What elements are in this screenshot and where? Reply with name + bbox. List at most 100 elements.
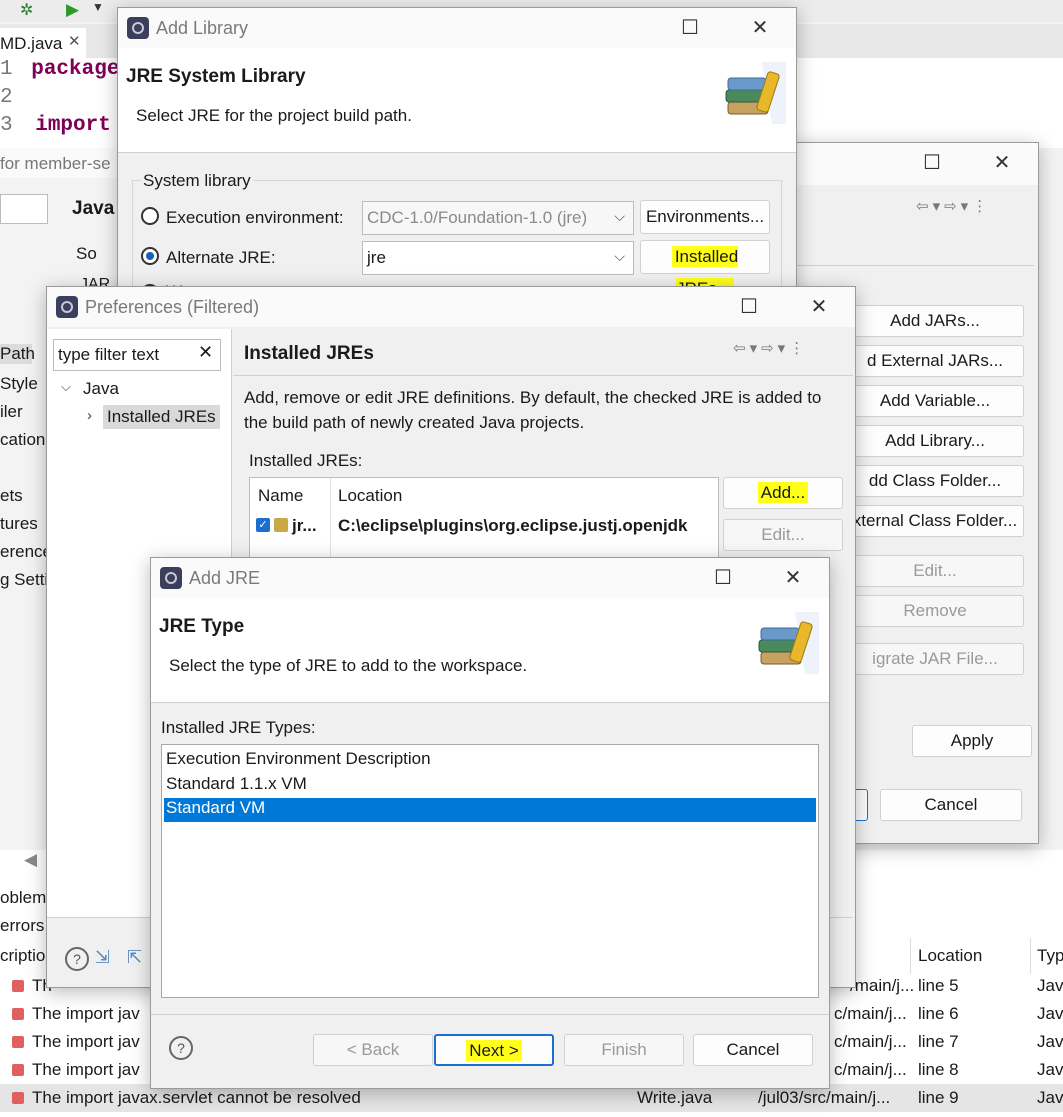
installed-jres-table[interactable]: Name Location ✓ jr... C:\eclipse\plugins… [249,477,719,559]
add-variable-button[interactable]: Add Variable... [846,385,1024,417]
apply-button[interactable]: Apply [912,725,1032,757]
tree-item[interactable]: Style [0,374,38,394]
tree-item-build-path[interactable]: Path [0,344,35,364]
alternate-jre-radio[interactable] [141,247,159,265]
description-header-fragment[interactable]: criptio [0,946,45,966]
add-jre-dialog: Add JRE ☐ ✕ JRE Type Select the type of … [150,557,830,1089]
tree-item[interactable]: erence [0,542,52,562]
installed-jres-label: Installed JREs: [249,451,363,470]
editor-tab[interactable]: MD.java ✕ [0,28,86,58]
tree-item[interactable]: cation [0,430,45,450]
type-column-header[interactable]: Typ [1037,946,1063,966]
close-icon[interactable]: ✕ [801,293,837,321]
close-icon[interactable]: ✕ [775,564,811,592]
name-column-header[interactable]: Name [258,486,303,506]
installed-jres-button[interactable]: Installed JREs... [640,240,770,299]
add-class-folder-button[interactable]: dd Class Folder... [846,465,1024,497]
list-item-selected[interactable]: Standard VM [164,798,816,822]
filter-input-value: type filter text [58,345,160,364]
add-library-dialog: Add Library ☐ ✕ JRE System Library Selec… [117,7,797,302]
maximize-icon[interactable]: ☐ [914,149,950,177]
checkbox-checked-icon[interactable]: ✓ [256,518,270,532]
clear-icon[interactable]: ✕ [198,342,213,363]
add-button[interactable]: Add... [723,477,843,509]
tree-item[interactable]: ets [0,486,23,506]
row-description: The import jav [32,1060,140,1079]
tree-item[interactable]: g Setti [0,570,48,590]
alternate-jre-select[interactable]: jre ⌵ [362,241,634,275]
location-column-header[interactable]: Location [338,486,402,506]
row-type: Java [1037,1004,1063,1023]
java-build-path-label: Java [72,198,115,219]
tree-item[interactable]: iler [0,402,23,422]
group-label: System library [141,171,253,191]
cancel-button[interactable]: Cancel [880,789,1022,821]
divider [790,265,1034,266]
chevron-right-icon[interactable]: › [87,407,92,424]
execution-environment-label: Execution environment: [166,208,344,227]
properties-search-box[interactable] [0,194,48,224]
back-button[interactable]: < Back [313,1034,433,1066]
cancel-button[interactable]: Cancel [693,1034,813,1066]
error-icon [12,980,24,992]
add-external-class-folder-button[interactable]: xternal Class Folder... [846,505,1024,537]
tree-item[interactable]: tures [0,514,38,534]
chevron-down-icon: ⌵ [614,248,625,264]
edit-button[interactable]: Edit... [846,555,1024,587]
debug-icon[interactable]: ✲ [20,0,33,20]
tree-item-installed-jres[interactable]: Installed JREs [103,405,220,429]
alternate-jre-label: Alternate JRE: [166,248,276,267]
remove-button[interactable]: Remove [846,595,1024,627]
line-number: 2 [0,86,13,109]
migrate-jar-button[interactable]: igrate JAR File... [846,643,1024,675]
finish-button[interactable]: Finish [564,1034,684,1066]
problems-tab-fragment[interactable]: oblem [0,888,46,908]
properties-title-fragment: for member-se [0,154,111,173]
nav-arrows-icon[interactable]: ⇦▾⇨▾⋮ [916,197,991,215]
scroll-left-icon[interactable]: ◀ [24,850,37,870]
maximize-icon[interactable]: ☐ [731,293,767,321]
maximize-icon[interactable]: ☐ [705,564,741,592]
chevron-down-icon[interactable]: ⌵ [61,379,71,395]
export-icon[interactable]: ⇱ [127,947,142,968]
row-path: c/main/j... [834,1060,907,1079]
add-jars-button[interactable]: Add JARs... [846,305,1024,337]
source-tab-fragment[interactable]: So [76,244,97,264]
location-column-header[interactable]: Location [918,946,982,966]
filter-input[interactable]: type filter text ✕ [53,339,221,371]
tree-item-java[interactable]: Java [83,379,119,399]
help-icon[interactable]: ? [65,947,89,971]
help-icon[interactable]: ? [169,1036,193,1060]
preferences-titlebar: Preferences (Filtered) ☐ ✕ [47,287,855,327]
execution-environment-radio[interactable] [141,207,159,225]
eclipse-app-icon [160,567,182,589]
list-item[interactable]: Standard 1.1.x VM [164,774,818,798]
next-button[interactable]: Next > [434,1034,554,1066]
errors-summary-fragment: errors, [0,916,50,935]
row-type: Java [1037,1032,1063,1051]
list-item[interactable]: Execution Environment Description [164,749,818,773]
run-icon[interactable]: ▶ [66,0,79,20]
close-icon[interactable]: ✕ [984,149,1020,177]
close-icon[interactable]: ✕ [742,14,778,42]
eclipse-app-icon [56,296,78,318]
add-library-button[interactable]: Add Library... [846,425,1024,457]
add-jre-titlebar: Add JRE ☐ ✕ [151,558,829,598]
error-icon [12,1036,24,1048]
import-icon[interactable]: ⇲ [95,947,110,968]
edit-button[interactable]: Edit... [723,519,843,551]
run-menu-icon[interactable]: ▼ [92,0,104,14]
code-line: 3 import j [0,114,136,137]
add-external-jars-button[interactable]: d External JARs... [846,345,1024,377]
divider [118,152,796,153]
maximize-icon[interactable]: ☐ [672,14,708,42]
row-resource: Write.java [637,1088,713,1107]
jre-types-list[interactable]: Execution Environment Description Standa… [161,744,819,998]
environments-button[interactable]: Environments... [640,200,770,234]
nav-arrows-icon[interactable]: ⇦▾⇨▾⋮ [733,339,808,357]
execution-environment-select[interactable]: CDC-1.0/Foundation-1.0 (jre) ⌵ [362,201,634,235]
header-divider [910,938,911,974]
table-row[interactable]: ✓ jr... C:\eclipse\plugins\org.eclipse.j… [250,512,718,540]
wizard-description: Select JRE for the project build path. [136,106,412,125]
close-icon[interactable]: ✕ [68,32,81,50]
